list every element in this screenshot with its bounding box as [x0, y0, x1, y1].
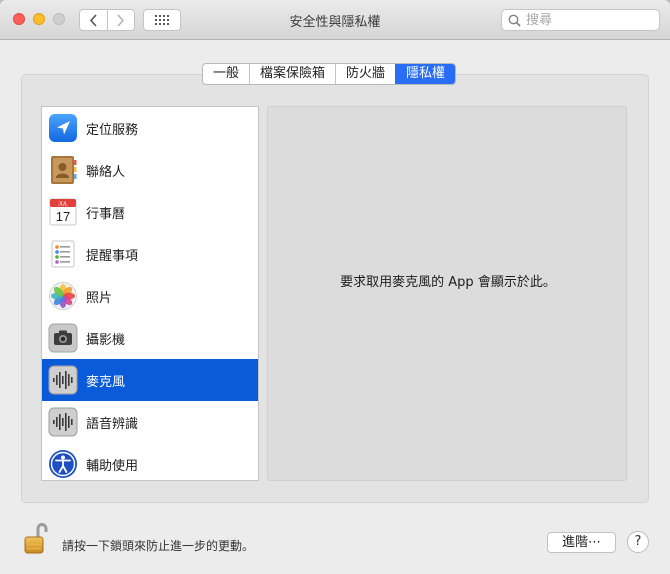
calendar-month-text: JUL: [58, 202, 68, 208]
search-input[interactable]: [526, 12, 656, 28]
list-item-photos[interactable]: 照片: [42, 275, 258, 317]
advanced-button[interactable]: 進階⋯: [547, 532, 616, 553]
calendar-day-text: 17: [56, 209, 70, 224]
list-item-label: 聯絡人: [86, 164, 126, 180]
list-item-accessibility[interactable]: 輔助使用: [42, 443, 258, 480]
tab-general[interactable]: 一般: [203, 64, 249, 84]
list-item-calendar[interactable]: JUL 17 行事曆: [42, 191, 258, 233]
search-icon: [508, 14, 521, 27]
empty-state-message: 要求取用麥克風的 App 會顯示於此。: [340, 275, 556, 290]
list-item-speech-recognition[interactable]: 語音辨識: [42, 401, 258, 443]
lock-button[interactable]: [22, 520, 54, 556]
reminders-icon: [48, 239, 78, 269]
contacts-icon: [48, 155, 78, 185]
list-item-location-services[interactable]: 定位服務: [42, 107, 258, 149]
preferences-window: 安全性與隱私權 一般 檔案保險箱 防火牆 隱私權 定位服務: [0, 0, 670, 574]
calendar-icon: JUL 17: [48, 197, 78, 227]
list-item-label: 輔助使用: [86, 458, 139, 474]
search-field[interactable]: [501, 9, 660, 31]
speech-recognition-icon: [48, 407, 78, 437]
list-item-camera[interactable]: 攝影機: [42, 317, 258, 359]
list-item-microphone[interactable]: 麥克風: [42, 359, 258, 401]
location-services-icon: [48, 113, 78, 143]
list-item-label: 行事曆: [86, 206, 126, 222]
accessibility-icon: [48, 449, 78, 479]
microphone-icon: [48, 365, 78, 395]
tab-filevault[interactable]: 檔案保險箱: [249, 64, 335, 84]
list-item-label: 攝影機: [86, 332, 126, 348]
privacy-category-list[interactable]: 定位服務 聯絡人 JUL 17 行事曆 提醒事項 照片 攝影機 麥克風 語音辨識…: [41, 106, 259, 481]
unlocked-padlock-icon: [24, 523, 48, 554]
tab-privacy[interactable]: 隱私權: [395, 64, 456, 84]
title-bar: 安全性與隱私權: [0, 0, 670, 40]
list-item-label: 麥克風: [86, 374, 126, 390]
camera-icon: [48, 323, 78, 353]
list-item-reminders[interactable]: 提醒事項: [42, 233, 258, 275]
tab-bar: 一般 檔案保險箱 防火牆 隱私權: [202, 63, 457, 85]
list-item-label: 定位服務: [86, 122, 139, 138]
list-item-label: 語音辨識: [86, 416, 139, 432]
photos-icon: [48, 281, 78, 311]
help-button[interactable]: ?: [627, 531, 649, 553]
list-item-contacts[interactable]: 聯絡人: [42, 149, 258, 191]
list-item-label: 提醒事項: [86, 248, 139, 264]
app-permission-panel: 要求取用麥克風的 App 會顯示於此。: [267, 106, 627, 481]
list-item-label: 照片: [86, 290, 113, 306]
lock-hint-text: 請按一下鎖頭來防止進一步的更動。: [62, 539, 255, 553]
tab-firewall[interactable]: 防火牆: [335, 64, 395, 84]
